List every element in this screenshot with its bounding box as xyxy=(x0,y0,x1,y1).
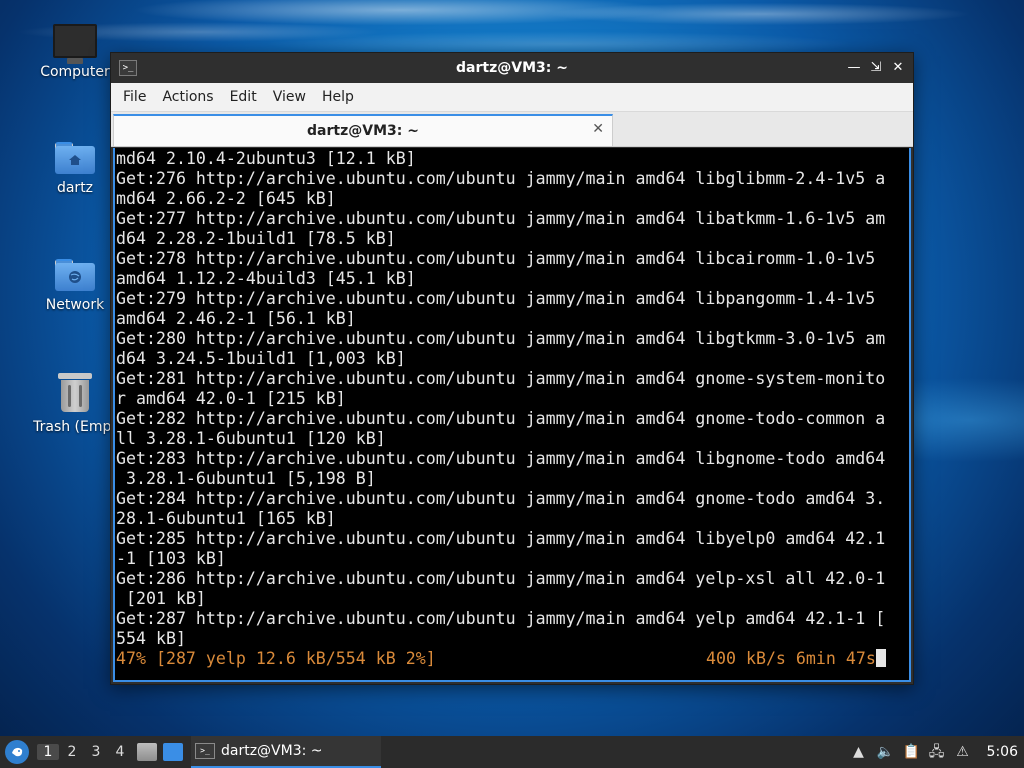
terminal-line: ll 3.28.1-6ubuntu1 [120 kB] xyxy=(116,429,386,448)
system-tray: ▲ 🔈 📋 🖧 ⚠ 5:06 xyxy=(851,744,1024,760)
terminal-icon: >_ xyxy=(195,743,215,759)
workspace-2[interactable]: 2 xyxy=(61,744,83,760)
desktop-icon-label: dartz xyxy=(56,180,94,196)
desktop-icon-home[interactable]: dartz xyxy=(30,142,120,196)
tab-bar: dartz@VM3: ~ ✕ xyxy=(111,112,913,147)
terminal-line: Get:278 http://archive.ubuntu.com/ubuntu… xyxy=(116,249,876,268)
text-cursor xyxy=(875,649,886,667)
menu-view[interactable]: View xyxy=(265,89,314,105)
notification-icon[interactable]: ⚠ xyxy=(955,744,971,760)
menu-edit[interactable]: Edit xyxy=(222,89,265,105)
volume-icon[interactable]: 🔈 xyxy=(877,744,894,760)
menu-bar: File Actions Edit View Help xyxy=(111,83,913,112)
terminal-line: d64 2.28.2-1build1 [78.5 kB] xyxy=(116,229,396,248)
terminal-window[interactable]: >_ dartz@VM3: ~ — ⇲ ✕ File Actions Edit … xyxy=(110,52,914,685)
terminal-icon: >_ xyxy=(119,60,137,76)
trash-icon xyxy=(58,373,92,413)
tab-title: dartz@VM3: ~ xyxy=(307,123,419,139)
download-progress-line: 47% [287 yelp 12.6 kB/554 kB 2%] 400 kB/s… xyxy=(116,649,909,669)
terminal-line: 28.1-6ubuntu1 [165 kB] xyxy=(116,509,336,528)
window-title: dartz@VM3: ~ xyxy=(456,60,568,76)
menu-file[interactable]: File xyxy=(115,89,154,105)
update-icon[interactable]: ▲ xyxy=(851,744,867,760)
taskbar: 1 2 3 4 >_ dartz@VM3: ~ ▲ 🔈 📋 🖧 ⚠ 5:06 xyxy=(0,736,1024,768)
terminal-tab[interactable]: dartz@VM3: ~ ✕ xyxy=(113,114,613,147)
terminal-line: md64 2.10.4-2ubuntu3 [12.1 kB] xyxy=(116,149,416,168)
desktop-icon-trash[interactable]: Trash (Empt xyxy=(30,373,120,435)
workspace-4[interactable]: 4 xyxy=(109,744,131,760)
menu-help[interactable]: Help xyxy=(314,89,362,105)
tab-close-icon[interactable]: ✕ xyxy=(592,121,604,137)
home-folder-icon xyxy=(55,142,95,174)
task-label: dartz@VM3: ~ xyxy=(221,743,323,759)
terminal-line: Get:285 http://archive.ubuntu.com/ubuntu… xyxy=(116,529,886,548)
terminal-line: Get:282 http://archive.ubuntu.com/ubuntu… xyxy=(116,409,886,428)
title-bar[interactable]: >_ dartz@VM3: ~ — ⇲ ✕ xyxy=(111,53,913,83)
terminal-line: Get:287 http://archive.ubuntu.com/ubuntu… xyxy=(116,609,886,628)
desktop-icon-label: Trash (Empt xyxy=(33,419,117,435)
close-button[interactable]: ✕ xyxy=(889,59,907,77)
desktop-icon-computer[interactable]: Computer xyxy=(30,24,120,80)
workspace-3[interactable]: 3 xyxy=(85,744,107,760)
terminal-line: amd64 2.46.2-1 [56.1 kB] xyxy=(116,309,356,328)
network-icon[interactable]: 🖧 xyxy=(929,744,945,760)
terminal-line: md64 2.66.2-2 [645 kB] xyxy=(116,189,336,208)
desktop-icon-label: Computer xyxy=(40,64,110,80)
taskbar-terminal-button[interactable]: >_ dartz@VM3: ~ xyxy=(191,736,381,768)
terminal-line: -1 [103 kB] xyxy=(116,549,226,568)
app-menu-button[interactable] xyxy=(5,740,29,764)
terminal-line: Get:276 http://archive.ubuntu.com/ubuntu… xyxy=(116,169,886,188)
terminal-line: [201 kB] xyxy=(116,589,206,608)
file-manager-icon[interactable] xyxy=(137,743,157,761)
workspace-1[interactable]: 1 xyxy=(37,744,59,760)
progress-speed: 400 kB/s 6min 47s xyxy=(706,649,876,668)
clipboard-icon[interactable]: 📋 xyxy=(903,744,920,760)
terminal-line: d64 3.24.5-1build1 [1,003 kB] xyxy=(116,349,406,368)
terminal-line: amd64 1.12.2-4build3 [45.1 kB] xyxy=(116,269,416,288)
terminal-line: Get:281 http://archive.ubuntu.com/ubuntu… xyxy=(116,369,886,388)
clock[interactable]: 5:06 xyxy=(987,744,1018,760)
progress-status: 47% [287 yelp 12.6 kB/554 kB 2%] xyxy=(116,649,436,668)
show-desktop-icon[interactable] xyxy=(163,743,183,761)
desktop-icon-label: Network xyxy=(45,297,105,313)
menu-actions[interactable]: Actions xyxy=(154,89,221,105)
terminal-line: r amd64 42.0-1 [215 kB] xyxy=(116,389,346,408)
terminal-line: 554 kB] xyxy=(116,629,186,648)
terminal-line: Get:286 http://archive.ubuntu.com/ubuntu… xyxy=(116,569,886,588)
terminal-line: Get:280 http://archive.ubuntu.com/ubuntu… xyxy=(116,329,886,348)
maximize-button[interactable]: ⇲ xyxy=(867,59,885,77)
terminal-output[interactable]: md64 2.10.4-2ubuntu3 [12.1 kB] Get:276 ht… xyxy=(113,148,911,682)
network-folder-icon xyxy=(55,259,95,291)
terminal-line: 3.28.1-6ubuntu1 [5,198 B] xyxy=(116,469,376,488)
minimize-button[interactable]: — xyxy=(845,59,863,77)
computer-icon xyxy=(53,24,97,64)
terminal-line: Get:284 http://archive.ubuntu.com/ubuntu… xyxy=(116,489,886,508)
terminal-line: Get:283 http://archive.ubuntu.com/ubuntu… xyxy=(116,449,886,468)
terminal-line: Get:277 http://archive.ubuntu.com/ubuntu… xyxy=(116,209,886,228)
terminal-line: Get:279 http://archive.ubuntu.com/ubuntu… xyxy=(116,289,876,308)
desktop-icon-network[interactable]: Network xyxy=(30,259,120,313)
